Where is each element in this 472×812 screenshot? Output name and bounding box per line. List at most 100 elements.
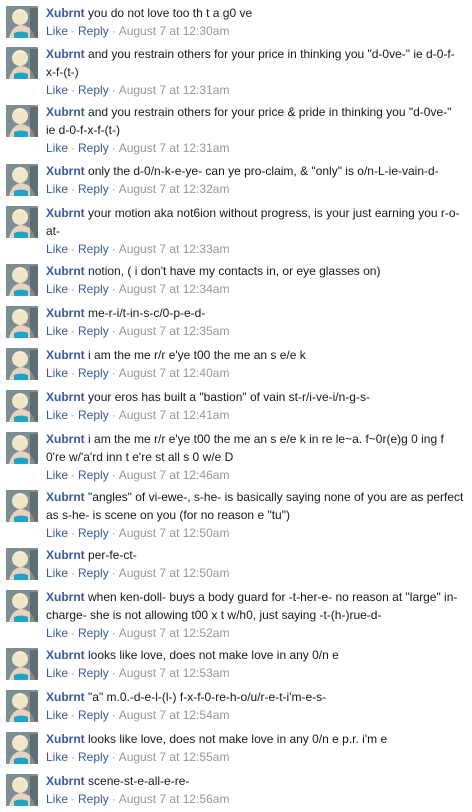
comment-timestamp[interactable]: August 7 at 12:55am [119, 750, 230, 764]
avatar[interactable] [6, 648, 38, 680]
reply-link[interactable]: Reply [78, 666, 109, 680]
avatar[interactable] [6, 206, 38, 238]
comment-author[interactable]: Xubrnt [46, 206, 85, 220]
avatar[interactable] [6, 105, 38, 137]
comment-author[interactable]: Xubrnt [46, 490, 85, 504]
comment-author[interactable]: Xubrnt [46, 548, 85, 562]
reply-link[interactable]: Reply [78, 282, 109, 296]
separator: · [71, 242, 76, 256]
comment-author[interactable]: Xubrnt [46, 732, 85, 746]
like-link[interactable]: Like [46, 566, 68, 580]
avatar[interactable] [6, 590, 38, 622]
comment-timestamp[interactable]: August 7 at 12:50am [119, 566, 230, 580]
comment-timestamp[interactable]: August 7 at 12:54am [119, 708, 230, 722]
reply-link[interactable]: Reply [78, 566, 109, 580]
avatar[interactable] [6, 6, 38, 38]
like-link[interactable]: Like [46, 242, 68, 256]
reply-link[interactable]: Reply [78, 24, 109, 38]
separator: · [71, 408, 76, 422]
comment-text: looks like love, does not make love in a… [88, 648, 339, 662]
like-link[interactable]: Like [46, 708, 68, 722]
comment-author[interactable]: Xubrnt [46, 105, 85, 119]
reply-link[interactable]: Reply [78, 626, 109, 640]
avatar[interactable] [6, 47, 38, 79]
comment-author[interactable]: Xubrnt [46, 264, 85, 278]
avatar[interactable] [6, 548, 38, 580]
like-link[interactable]: Like [46, 83, 68, 97]
comment-timestamp[interactable]: August 7 at 12:40am [119, 366, 230, 380]
comment-meta: Like · Reply · August 7 at 12:46am [46, 466, 464, 484]
comment-author[interactable]: Xubrnt [46, 306, 85, 320]
avatar[interactable] [6, 690, 38, 722]
avatar[interactable] [6, 306, 38, 338]
comment-author[interactable]: Xubrnt [46, 6, 85, 20]
comment-author[interactable]: Xubrnt [46, 648, 85, 662]
comment-author[interactable]: Xubrnt [46, 390, 85, 404]
comment-body: Xubrnt and you restrain others for your … [46, 103, 464, 157]
reply-link[interactable]: Reply [78, 141, 109, 155]
like-link[interactable]: Like [46, 626, 68, 640]
comment-body: Xubrnt scene-st-e-all-e-re- Like · Reply · Au… [46, 772, 464, 808]
like-link[interactable]: Like [46, 792, 68, 806]
like-link[interactable]: Like [46, 526, 68, 540]
reply-link[interactable]: Reply [78, 792, 109, 806]
comment-author[interactable]: Xubrnt [46, 164, 85, 178]
avatar[interactable] [6, 490, 38, 522]
like-link[interactable]: Like [46, 141, 68, 155]
comment-text: your eros has built a "bastion" of vain … [88, 390, 370, 404]
like-link[interactable]: Like [46, 282, 68, 296]
comment-text: you do not love too th t a g0 ve [88, 6, 253, 20]
comment-line: Xubrnt and you restrain others for your … [46, 103, 464, 139]
like-link[interactable]: Like [46, 366, 68, 380]
like-link[interactable]: Like [46, 666, 68, 680]
like-link[interactable]: Like [46, 408, 68, 422]
comment-timestamp[interactable]: August 7 at 12:34am [119, 282, 230, 296]
like-link[interactable]: Like [46, 750, 68, 764]
comment-timestamp[interactable]: August 7 at 12:41am [119, 408, 230, 422]
avatar[interactable] [6, 264, 38, 296]
like-link[interactable]: Like [46, 468, 68, 482]
comment-timestamp[interactable]: August 7 at 12:46am [119, 468, 230, 482]
like-link[interactable]: Like [46, 182, 68, 196]
reply-link[interactable]: Reply [78, 324, 109, 338]
comment-timestamp[interactable]: August 7 at 12:56am [119, 792, 230, 806]
comment-line: Xubrnt looks like love, does not make lo… [46, 730, 464, 748]
comment-timestamp[interactable]: August 7 at 12:30am [119, 24, 230, 38]
comment-timestamp[interactable]: August 7 at 12:53am [119, 666, 230, 680]
comment-body: Xubrnt your eros has built a "bastion" o… [46, 388, 464, 424]
avatar[interactable] [6, 164, 38, 196]
comment-timestamp[interactable]: August 7 at 12:50am [119, 526, 230, 540]
reply-link[interactable]: Reply [78, 468, 109, 482]
reply-link[interactable]: Reply [78, 182, 109, 196]
reply-link[interactable]: Reply [78, 750, 109, 764]
comment-author[interactable]: Xubrnt [46, 774, 85, 788]
reply-link[interactable]: Reply [78, 83, 109, 97]
comment-author[interactable]: Xubrnt [46, 590, 85, 604]
reply-link[interactable]: Reply [78, 408, 109, 422]
comment-meta: Like · Reply · August 7 at 12:35am [46, 322, 464, 340]
comment-author[interactable]: Xubrnt [46, 348, 85, 362]
reply-link[interactable]: Reply [78, 242, 109, 256]
avatar[interactable] [6, 732, 38, 764]
reply-link[interactable]: Reply [78, 526, 109, 540]
comment-author[interactable]: Xubrnt [46, 432, 85, 446]
like-link[interactable]: Like [46, 24, 68, 38]
like-link[interactable]: Like [46, 324, 68, 338]
comment-timestamp[interactable]: August 7 at 12:31am [119, 141, 230, 155]
avatar[interactable] [6, 390, 38, 422]
avatar[interactable] [6, 348, 38, 380]
comment-timestamp[interactable]: August 7 at 12:32am [119, 182, 230, 196]
avatar[interactable] [6, 774, 38, 806]
comment-line: Xubrnt "angles" of vi-ewe-, s-he- is bas… [46, 488, 464, 524]
comment-timestamp[interactable]: August 7 at 12:33am [119, 242, 230, 256]
comment-author[interactable]: Xubrnt [46, 47, 85, 61]
reply-link[interactable]: Reply [78, 708, 109, 722]
comment-meta: Like · Reply · August 7 at 12:40am [46, 364, 464, 382]
comment-author[interactable]: Xubrnt [46, 690, 85, 704]
comment-timestamp[interactable]: August 7 at 12:35am [119, 324, 230, 338]
comment-timestamp[interactable]: August 7 at 12:31am [119, 83, 230, 97]
comment-timestamp[interactable]: August 7 at 12:52am [119, 626, 230, 640]
separator: · [71, 626, 76, 640]
avatar[interactable] [6, 432, 38, 464]
reply-link[interactable]: Reply [78, 366, 109, 380]
